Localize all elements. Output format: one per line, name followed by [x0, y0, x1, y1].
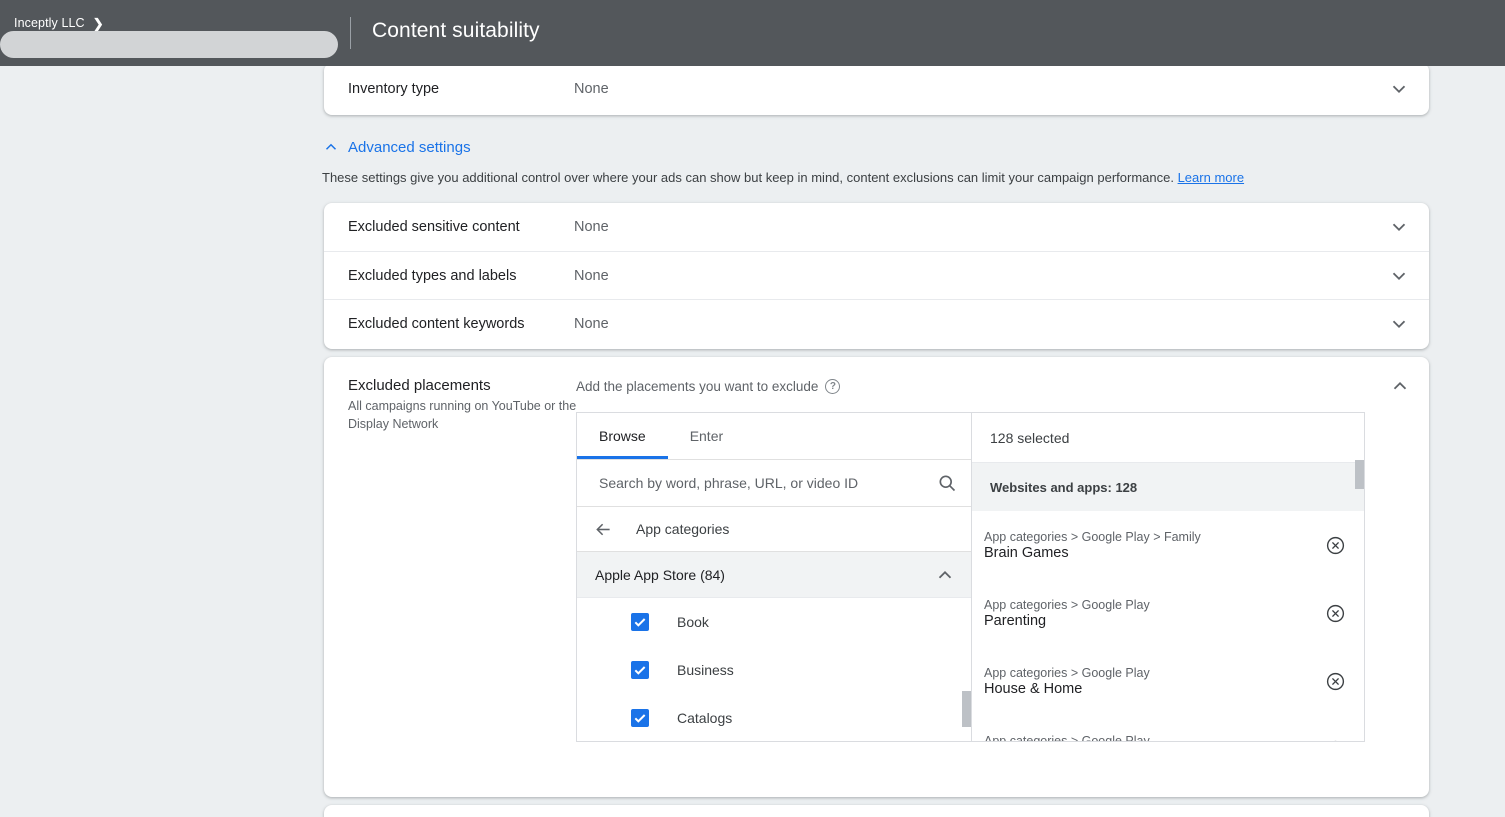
chevron-down-icon[interactable] [1387, 215, 1411, 239]
excluded-placements-card: Excluded placements All campaigns runnin… [324, 357, 1429, 797]
inventory-type-card[interactable]: Inventory type None [324, 66, 1429, 115]
category-list: Book Business Catalogs [577, 598, 971, 741]
list-item[interactable]: Business [577, 646, 971, 694]
chevron-right-icon: ❯ [92, 15, 104, 31]
next-section-card [324, 805, 1429, 817]
selected-count-header: 128 selected [972, 413, 1364, 463]
excluded-types-and-labels-row[interactable]: Excluded types and labels None [324, 251, 1429, 299]
content-exclusions-card: Excluded sensitive content None Excluded… [324, 203, 1429, 349]
breadcrumb: App categories [636, 521, 730, 537]
selected-group-header: Websites and apps: 128 [972, 463, 1364, 511]
selected-item-texts: App categories > Google Play Parenting [984, 598, 1150, 629]
browse-pane: Browse Enter App categories [577, 413, 972, 741]
chevron-up-icon[interactable] [933, 563, 957, 587]
selected-pane: 128 selected Websites and apps: 128 App … [972, 413, 1364, 741]
placements-picker-region: Add the placements you want to exclude ?… [576, 379, 1369, 742]
checkbox-checked-icon[interactable] [631, 613, 649, 631]
advanced-settings-description: These settings give you additional contr… [322, 170, 1244, 185]
advanced-settings-toggle[interactable]: Advanced settings [322, 138, 471, 156]
remove-icon[interactable] [1325, 739, 1346, 741]
search-row[interactable] [577, 460, 971, 507]
remove-icon[interactable] [1325, 603, 1346, 624]
picker-tabs: Browse Enter [577, 413, 971, 460]
advanced-settings-label: Advanced settings [348, 138, 471, 156]
tab-enter[interactable]: Enter [668, 413, 745, 459]
chevron-up-icon [1389, 375, 1411, 402]
group-header-apple-app-store[interactable]: Apple App Store (84) [577, 552, 971, 598]
list-item: App categories > Google Play Parenting [972, 579, 1364, 647]
tab-browse[interactable]: Browse [577, 413, 668, 459]
remove-icon[interactable] [1325, 671, 1346, 692]
breadcrumb-row[interactable]: App categories [577, 507, 971, 552]
excluded-sensitive-content-value: None [574, 219, 609, 235]
chevron-up-icon [322, 138, 340, 156]
selected-item-texts: App categories > Google Play Food & Drin… [984, 734, 1150, 742]
selected-item-path: App categories > Google Play [984, 597, 1150, 612]
remove-icon[interactable] [1325, 535, 1346, 556]
collapse-placements-button[interactable] [1387, 375, 1413, 401]
group-header-label: Apple App Store (84) [595, 566, 725, 583]
excluded-content-keywords-row[interactable]: Excluded content keywords None [324, 299, 1429, 347]
learn-more-link[interactable]: Learn more [1178, 170, 1244, 185]
list-item: App categories > Google Play > Family Br… [972, 511, 1364, 579]
list-item-label: Business [677, 662, 734, 678]
chevron-down-icon[interactable] [1387, 77, 1411, 101]
list-item: App categories > Google Play House & Hom… [972, 647, 1364, 715]
selected-item-path: App categories > Google Play [984, 733, 1150, 742]
excluded-sensitive-content-label: Excluded sensitive content [348, 219, 520, 235]
inventory-type-label: Inventory type [348, 81, 440, 97]
selected-item-texts: App categories > Google Play House & Hom… [984, 666, 1150, 697]
inventory-type-value: None [574, 81, 609, 97]
excluded-types-and-labels-label: Excluded types and labels [348, 267, 517, 284]
checkbox-checked-icon[interactable] [631, 661, 649, 679]
top-app-bar: Inceptly LLC ❯ Content suitability [0, 0, 1505, 66]
account-name: Inceptly LLC [14, 16, 85, 30]
excluded-placements-heading: Excluded placements All campaigns runnin… [348, 377, 578, 433]
search-input[interactable] [597, 474, 937, 492]
excluded-content-keywords-label: Excluded content keywords [348, 315, 525, 332]
chevron-down-icon[interactable] [1387, 312, 1411, 336]
inventory-type-row[interactable]: Inventory type None [324, 66, 1429, 115]
selected-items-list: App categories > Google Play > Family Br… [972, 511, 1364, 741]
page-title: Content suitability [372, 19, 540, 42]
advanced-settings-description-text: These settings give you additional contr… [322, 170, 1174, 185]
selected-item-name: Brain Games [984, 544, 1069, 561]
title-divider [350, 17, 351, 49]
checkbox-checked-icon[interactable] [631, 709, 649, 727]
browse-pane-scrollbar[interactable] [962, 691, 971, 727]
excluded-placements-subtitle: All campaigns running on YouTube or the … [348, 399, 577, 432]
list-item[interactable]: Book [577, 598, 971, 646]
selected-item-name: House & Home [984, 680, 1083, 697]
account-switcher[interactable]: Inceptly LLC ❯ [14, 16, 104, 30]
list-item-label: Catalogs [677, 710, 733, 726]
placements-picker: Browse Enter App categories [576, 412, 1365, 742]
excluded-content-keywords-value: None [574, 315, 609, 332]
list-item-label: Book [677, 614, 709, 630]
chevron-down-icon[interactable] [1387, 264, 1411, 288]
selected-pane-scrollbar[interactable] [1355, 460, 1364, 489]
selected-item-path: App categories > Google Play [984, 665, 1150, 680]
search-icon[interactable] [937, 473, 957, 493]
loading-placeholder-pill [0, 31, 338, 58]
help-icon[interactable]: ? [825, 379, 841, 394]
list-item[interactable]: Catalogs [577, 694, 971, 741]
arrow-back-icon[interactable] [593, 519, 614, 540]
excluded-placements-title: Excluded placements [348, 377, 491, 394]
excluded-sensitive-content-row[interactable]: Excluded sensitive content None [324, 203, 1429, 251]
selected-item-path: App categories > Google Play > Family [984, 529, 1201, 544]
page-content: Inventory type None Advanced settings Th… [0, 66, 1502, 817]
placements-hint: Add the placements you want to exclude ? [576, 379, 1369, 394]
placements-hint-text: Add the placements you want to exclude [576, 379, 819, 394]
list-item: App categories > Google Play Food & Drin… [972, 715, 1364, 741]
selected-item-texts: App categories > Google Play > Family Br… [984, 530, 1201, 561]
selected-item-name: Parenting [984, 612, 1047, 629]
excluded-types-and-labels-value: None [574, 267, 609, 284]
